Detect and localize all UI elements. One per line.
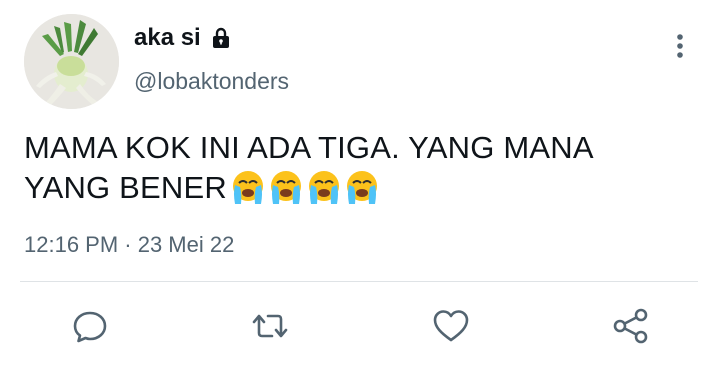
share-button[interactable]	[611, 306, 651, 346]
tweet-text: MAMA KOK INI ADA TIGA. YANG MANA YANG BE…	[24, 128, 694, 208]
retweet-icon	[252, 314, 288, 338]
loudly-crying-face-emoji	[232, 171, 263, 204]
like-button[interactable]	[431, 306, 471, 346]
loudly-crying-face-emoji	[308, 171, 339, 204]
reply-icon	[73, 311, 107, 343]
divider	[20, 281, 698, 282]
author-name-row[interactable]: aka si	[134, 24, 233, 52]
retweet-button[interactable]	[250, 306, 290, 346]
author-display-name[interactable]: aka si	[134, 24, 201, 52]
more-options-button[interactable]	[666, 30, 694, 62]
loudly-crying-face-emoji	[270, 171, 301, 204]
tweet-text-line-1: MAMA KOK INI ADA TIGA. YANG MANA	[24, 130, 594, 165]
more-vertical-icon	[677, 34, 683, 58]
emoji-group	[229, 169, 381, 205]
tweet-text-line-2: YANG BENER	[24, 170, 227, 205]
share-icon	[613, 308, 648, 344]
avatar[interactable]	[24, 14, 119, 109]
radish-avatar-image	[24, 14, 119, 109]
loudly-crying-face-emoji	[346, 171, 377, 204]
tweet-timestamp[interactable]: 12:16 PM · 23 Mei 22	[24, 232, 234, 258]
lock-icon	[209, 26, 233, 50]
tweet-text-line-2-wrap: YANG BENER	[24, 168, 694, 208]
reply-button[interactable]	[70, 306, 110, 346]
author-handle[interactable]: @lobaktonders	[134, 68, 289, 95]
heart-icon	[433, 310, 469, 342]
